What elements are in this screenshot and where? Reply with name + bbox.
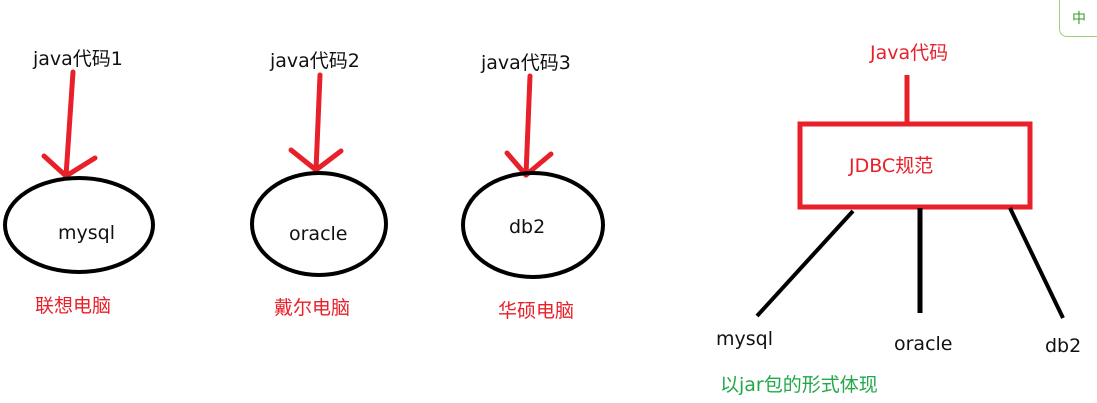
arrow-2 [288,72,344,173]
java-code-1-label: java代码1 [33,48,123,70]
java-code-label: Java代码 [870,42,949,64]
ime-language-indicator[interactable]: 中 [1059,0,1097,37]
db2-driver-label: db2 [1045,335,1082,357]
oracle-db-label: oracle [289,223,348,245]
lenovo-computer-label: 联想电脑 [35,295,112,317]
mysql-driver-label: mysql [716,328,773,350]
dell-computer-label: 戴尔电脑 [274,297,351,319]
jdbc-spec-label: JDBC规范 [849,155,934,177]
oracle-driver-label: oracle [894,333,953,355]
jar-note-label: 以jar包的形式体现 [720,374,878,396]
jdbc-to-db2-line [1008,207,1065,319]
arrow-1 [41,69,98,179]
mysql-db-label: mysql [58,222,115,244]
jdbc-to-mysql-line [755,209,855,318]
asus-computer-label: 华硕电脑 [498,300,575,322]
java-code-3-label: java代码3 [481,52,571,74]
arrow-3 [504,73,554,178]
java-code-2-label: java代码2 [270,50,360,72]
db2-db-label: db2 [509,216,546,238]
